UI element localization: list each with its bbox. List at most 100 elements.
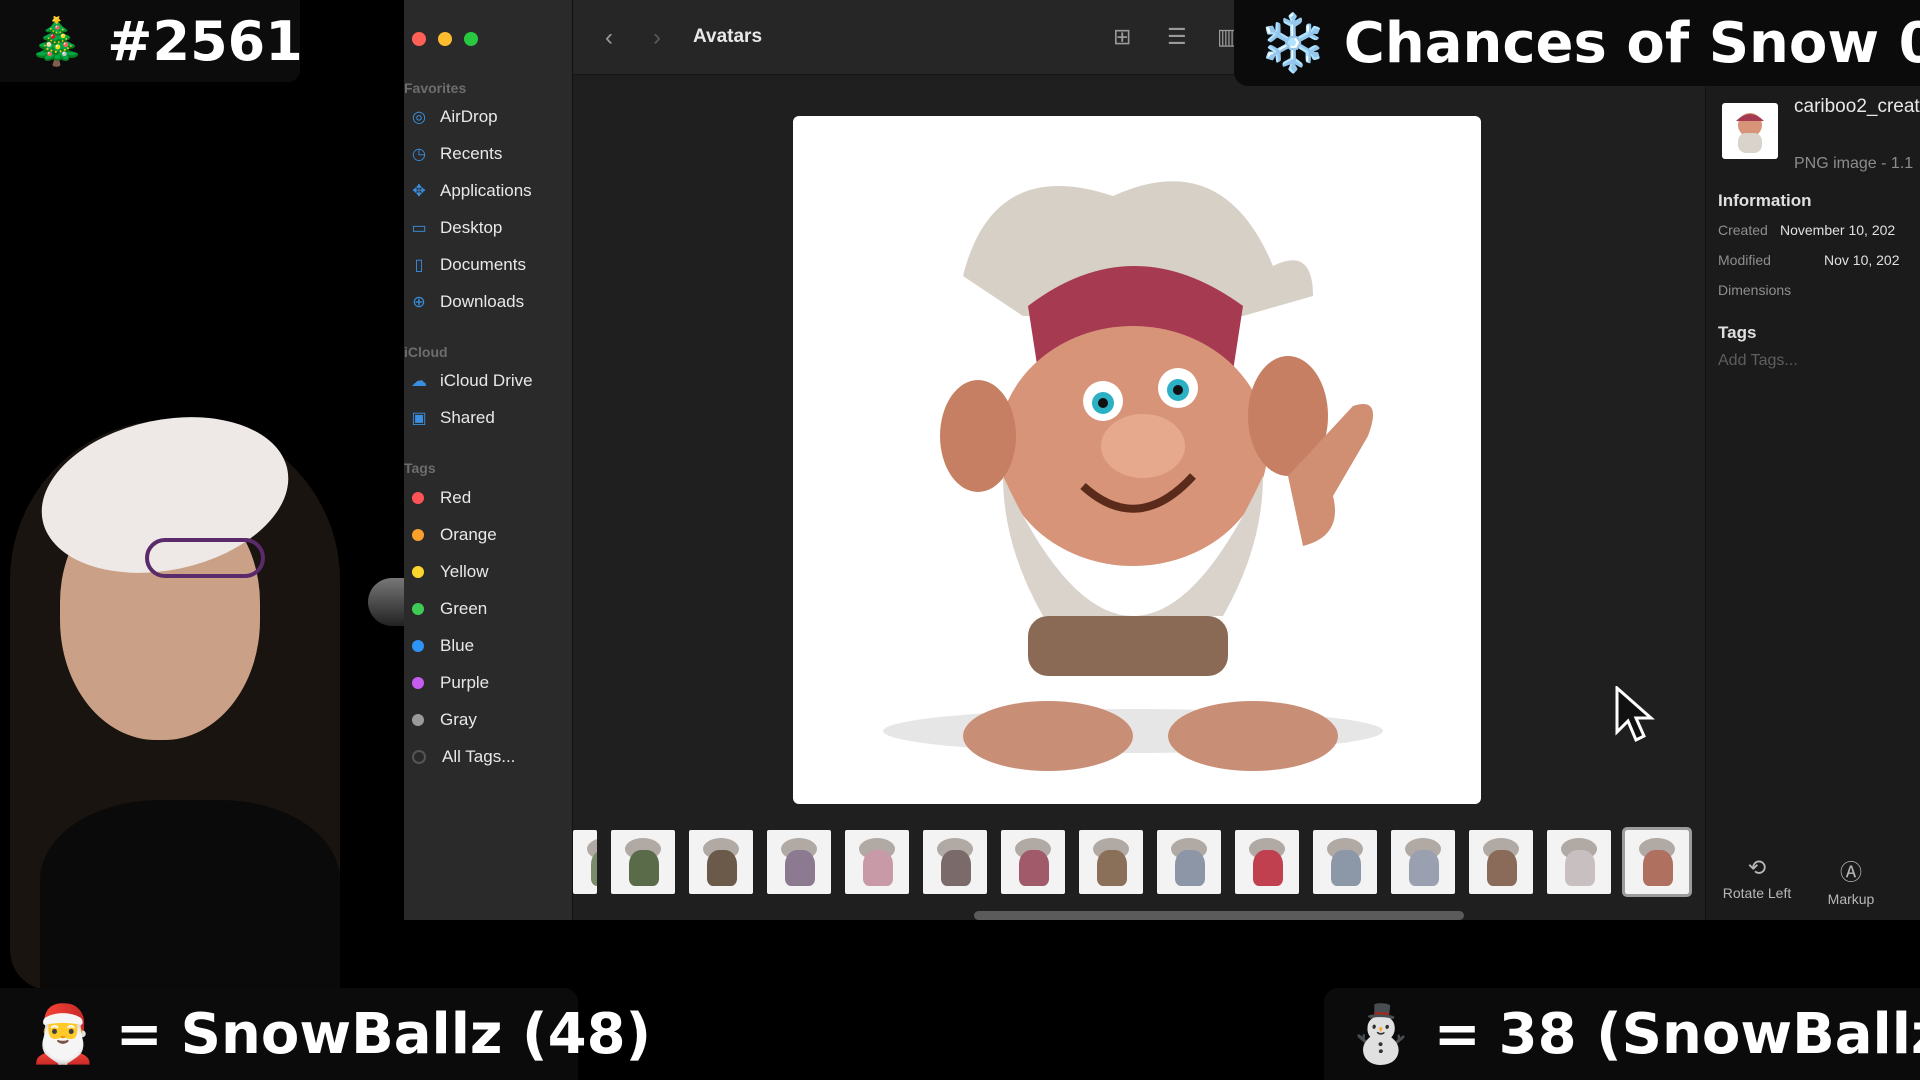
santa-snowballz-text: SnowBallz (48): [180, 1001, 652, 1067]
clock-icon: ◷: [412, 146, 426, 163]
information-heading: Information: [1718, 191, 1812, 210]
thumbnail-figure: [629, 850, 659, 886]
orange-tag-dot: [412, 529, 424, 541]
sidebar-section-tags: Tags: [404, 460, 436, 476]
close-window-button[interactable]: [412, 32, 426, 46]
thumbnail-14[interactable]: [1547, 830, 1611, 894]
finder-sidebar: Favorites ◎ AirDrop ◷ Recents ✥ Application…: [404, 0, 573, 920]
thumbnail-figure: [1487, 850, 1517, 886]
thumbnail-6[interactable]: [923, 830, 987, 894]
sidebar-tag-gray[interactable]: Gray: [404, 705, 572, 735]
thumbnail-3[interactable]: [689, 830, 753, 894]
sidebar-tag-blue[interactable]: Blue: [404, 631, 572, 661]
webcam-shirt: [40, 800, 340, 992]
modified-label: Modified: [1718, 252, 1771, 268]
all-tags-icon: [412, 750, 426, 764]
thumbnail-figure: [1565, 850, 1595, 886]
thumbnail-figure: [863, 850, 893, 886]
christmas-tree-icon: 🎄: [28, 13, 86, 68]
thumbnail-11[interactable]: [1313, 830, 1377, 894]
file-kind: PNG image - 1.1: [1794, 155, 1914, 172]
sidebar-item-downloads[interactable]: ⊕ Downloads: [404, 287, 572, 317]
webcam-feed: [0, 380, 404, 992]
sidebar-all-tags[interactable]: All Tags...: [404, 742, 572, 772]
quicklook-preview-area: [573, 75, 1705, 920]
sidebar-tag-yellow[interactable]: Yellow: [404, 557, 572, 587]
file-name: cariboo2_create_a_3D_...c: [1794, 96, 1920, 117]
minimize-window-button[interactable]: [438, 32, 452, 46]
glasses: [145, 538, 265, 578]
zoom-window-button[interactable]: [464, 32, 478, 46]
sidebar-item-icloud-drive[interactable]: ☁ iCloud Drive: [404, 366, 572, 396]
sidebar-tag-purple[interactable]: Purple: [404, 668, 572, 698]
snowflake-icon: ❄️: [1258, 11, 1328, 76]
mouse-pointer-icon: [1615, 686, 1655, 743]
red-tag-dot: [412, 492, 424, 504]
grid-view-icon[interactable]: ⊞: [1113, 24, 1131, 50]
yellow-tag-dot: [412, 566, 424, 578]
green-tag-dot: [412, 603, 424, 615]
snow-chance-badge: ❄️ Chances of Snow 0%: [1234, 0, 1920, 86]
sidebar-item-desktop[interactable]: ▭ Desktop: [404, 213, 572, 243]
snow-chance-text: Chances of Snow 0%: [1343, 10, 1920, 76]
back-button[interactable]: ‹: [605, 24, 613, 52]
horizontal-scrollbar[interactable]: [974, 911, 1464, 920]
gray-tag-dot: [412, 714, 424, 726]
rotate-left-button[interactable]: ⟲ Rotate Left: [1720, 855, 1794, 901]
thumbnail-7[interactable]: [1001, 830, 1065, 894]
thumbnail-5[interactable]: [845, 830, 909, 894]
thumbnail-figure: [1019, 850, 1049, 886]
sidebar-item-recents[interactable]: ◷ Recents: [404, 139, 572, 169]
document-icon: ▯: [414, 257, 424, 274]
sidebar-tag-green[interactable]: Green: [404, 594, 572, 624]
thumbnail-figure: [941, 850, 971, 886]
purple-tag-dot: [412, 677, 424, 689]
forward-button[interactable]: ›: [653, 24, 661, 52]
sidebar-tag-orange[interactable]: Orange: [404, 520, 572, 550]
thumbnail-figure: [1097, 850, 1127, 886]
thumbnail-8[interactable]: [1079, 830, 1143, 894]
modified-value: Nov 10, 202: [1824, 252, 1900, 268]
markup-icon: Ⓐ: [1839, 860, 1862, 885]
troll-avatar-preview[interactable]: [793, 116, 1481, 804]
file-thumbnail: [1722, 103, 1778, 159]
add-tags-field[interactable]: Add Tags...: [1718, 352, 1798, 370]
thumbnail-13[interactable]: [1469, 830, 1533, 894]
tags-heading: Tags: [1718, 323, 1757, 342]
sidebar-item-airdrop[interactable]: ◎ AirDrop: [404, 102, 572, 132]
snowman-icon: ⛄: [1346, 1002, 1416, 1067]
equals-sign: =: [115, 1001, 163, 1067]
thumbnail-12[interactable]: [1391, 830, 1455, 894]
thumbnail-figure: [785, 850, 815, 886]
thumbnail-2[interactable]: [611, 830, 675, 894]
santa-icon: 🎅: [28, 1002, 98, 1067]
sidebar-section-icloud: iCloud: [404, 344, 448, 360]
thumbnail-10[interactable]: [1235, 830, 1299, 894]
thumbnail-figure: [1331, 850, 1361, 886]
thumbnail-figure: [707, 850, 737, 886]
created-value: November 10, 202: [1780, 222, 1896, 238]
download-icon: ⊕: [412, 294, 426, 311]
info-panel: cariboo2_create_a_3D_...c PNG image - 1.…: [1705, 75, 1920, 920]
list-view-icon[interactable]: ☰: [1167, 24, 1187, 50]
sidebar-item-shared[interactable]: ▣ Shared: [404, 403, 572, 433]
sidebar-tag-red[interactable]: Red: [404, 483, 572, 513]
thumbnail-figure: [1409, 850, 1439, 886]
snowman-snowballz-text: 38 (SnowBallz): [1498, 1001, 1920, 1067]
santa-snowballz-badge: 🎅 = SnowBallz (48): [0, 988, 651, 1080]
thumbnail-9[interactable]: [1157, 830, 1221, 894]
sidebar-section-favorites: Favorites: [404, 80, 467, 96]
thumbnail-figure: [1175, 850, 1205, 886]
microphone: [368, 578, 404, 626]
created-label: Created: [1718, 222, 1768, 238]
thumbnail-4[interactable]: [767, 830, 831, 894]
stream-counter-text: #2561: [107, 9, 303, 73]
thumbnail-15[interactable]: [1622, 827, 1692, 897]
sidebar-item-documents[interactable]: ▯ Documents: [404, 250, 572, 280]
sidebar-item-applications[interactable]: ✥ Applications: [404, 176, 572, 206]
window-title: Avatars: [693, 26, 763, 47]
snowman-snowballz-badge: ⛄ = 38 (SnowBallz): [1324, 988, 1920, 1080]
thumbnail-1[interactable]: [573, 830, 597, 894]
dimensions-label: Dimensions: [1718, 282, 1792, 298]
markup-button[interactable]: Ⓐ Markup: [1816, 855, 1886, 907]
